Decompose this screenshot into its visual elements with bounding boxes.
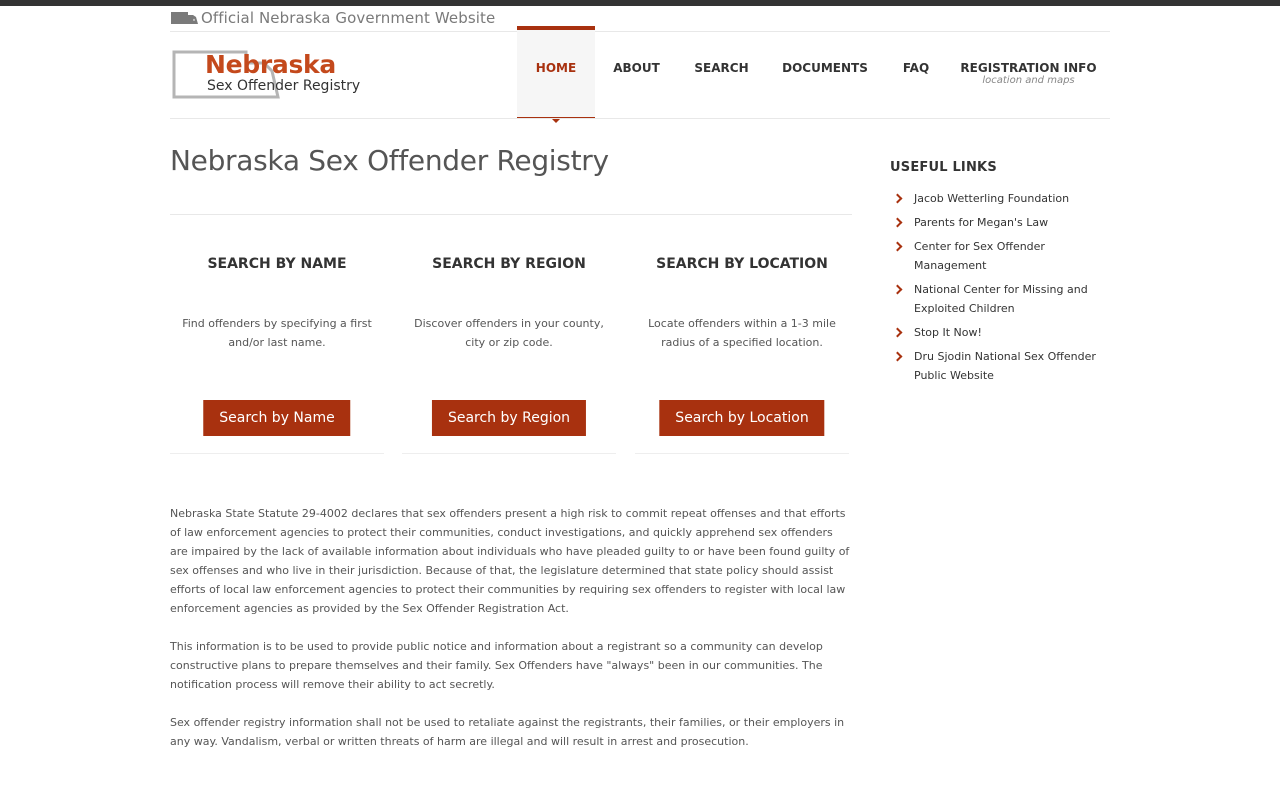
notice-paragraph: This information is to be used to provid… [170,640,823,691]
nav-faq-label: FAQ [902,61,930,75]
useful-link-label: Parents for Megan's Law [914,216,1049,229]
warning-paragraph: Sex offender registry information shall … [170,716,845,748]
logo-subtitle: Sex Offender Registry [207,78,361,94]
nav-about[interactable]: ABOUT [605,26,668,118]
chevron-right-icon [892,351,903,362]
useful-link-label: National Center for Missing and Exploite… [914,283,1088,315]
nebraska-state-icon [171,12,198,24]
useful-link-item[interactable]: Center for Sex Offender Management [890,237,1110,275]
statute-paragraph: Nebraska State Statute 29-4002 declares … [170,507,850,615]
nav-documents-label: DOCUMENTS [782,61,868,75]
chevron-right-icon [892,284,903,295]
useful-link-label: Stop It Now! [914,326,982,339]
useful-link-item[interactable]: Jacob Wetterling Foundation [890,189,1110,208]
nav-home[interactable]: HOME [517,26,595,123]
nav-documents[interactable]: DOCUMENTS [776,26,874,118]
header-divider-bottom [170,118,1110,119]
useful-links-sidebar: USEFUL LINKS Jacob Wetterling Foundation… [890,160,1110,390]
chevron-right-icon [892,241,903,252]
useful-link-item[interactable]: Parents for Megan's Law [890,213,1110,232]
useful-link-item[interactable]: Stop It Now! [890,323,1110,342]
nav-registration-label: REGISTRATION INFO [960,61,1097,75]
search-by-region-button[interactable]: Search by Region [431,400,587,436]
page-title: Nebraska Sex Offender Registry [170,144,609,177]
logo-state-name: Nebraska [205,50,336,79]
nav-search[interactable]: SEARCH [688,26,755,118]
site-logo[interactable]: Nebraska Sex Offender Registry [172,49,362,101]
top-dark-bar [0,0,1280,6]
nav-search-label: SEARCH [694,61,749,75]
useful-link-item[interactable]: National Center for Missing and Exploite… [890,280,1110,318]
useful-links-list: Jacob Wetterling Foundation Parents for … [890,189,1110,385]
useful-link-item[interactable]: Dru Sjodin National Sex Offender Public … [890,347,1110,385]
nav-about-label: ABOUT [613,61,660,75]
official-government-banner[interactable]: Official Nebraska Government Website [171,9,495,27]
search-by-location-button[interactable]: Search by Location [659,400,825,436]
chevron-right-icon [892,193,903,204]
useful-links-title: USEFUL LINKS [890,160,997,175]
useful-link-label: Jacob Wetterling Foundation [914,192,1070,205]
search-by-name-title: SEARCH BY NAME [207,256,347,272]
search-by-location-box: SEARCH BY LOCATION Locate offenders with… [635,240,849,454]
search-by-region-title: SEARCH BY REGION [432,256,586,272]
nav-registration-sublabel: location and maps [982,75,1075,86]
search-by-name-button[interactable]: Search by Name [203,400,351,436]
nav-home-label: HOME [535,61,577,75]
statute-text: Nebraska State Statute 29-4002 declares … [170,504,852,770]
search-by-location-title: SEARCH BY LOCATION [656,256,828,272]
useful-link-label: Dru Sjodin National Sex Offender Public … [914,350,1096,382]
banner-text: Official Nebraska Government Website [201,9,496,27]
chevron-right-icon [892,327,903,338]
search-by-name-description: Find offenders by specifying a first and… [182,317,372,349]
nav-registration-info[interactable]: REGISTRATION INFO location and maps [958,26,1099,118]
search-by-region-description: Discover offenders in your county, city … [414,317,604,349]
search-by-name-box: SEARCH BY NAME Find offenders by specify… [170,240,384,454]
search-by-location-description: Locate offenders within a 1-3 mile radiu… [648,317,836,349]
chevron-right-icon [892,217,903,228]
title-divider [170,214,852,215]
nav-faq[interactable]: FAQ [896,26,936,118]
useful-link-label: Center for Sex Offender Management [914,240,1045,272]
search-by-region-box: SEARCH BY REGION Discover offenders in y… [402,240,616,454]
